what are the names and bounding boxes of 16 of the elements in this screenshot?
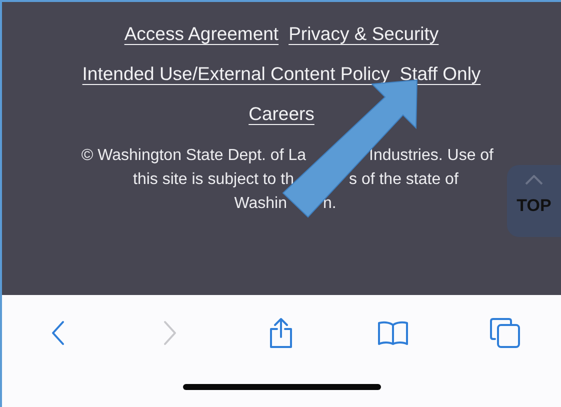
footer-link[interactable]: Intended Use/External Content Policy [82, 60, 390, 88]
share-icon[interactable] [268, 317, 294, 349]
tabs-icon[interactable] [489, 317, 522, 349]
copyright-text: s of the state of [349, 170, 458, 190]
book-icon[interactable] [377, 320, 410, 346]
footer-link[interactable]: Careers [248, 100, 314, 128]
copyright-text: n. [323, 194, 336, 214]
footer-link[interactable]: Access Agreement [124, 20, 279, 48]
footer-link[interactable]: Staff Only [400, 60, 481, 88]
copyright-text: Washin [234, 194, 287, 214]
back-chevron-icon[interactable] [50, 320, 65, 346]
copyright-text: Industries. Use of [369, 146, 494, 166]
footer-link[interactable]: Privacy & Security [288, 20, 439, 48]
copyright-text: © Washington State Dept. of La [81, 146, 306, 166]
copyright-text: this site is subject to th [133, 170, 294, 190]
caret-up-icon [525, 175, 543, 185]
